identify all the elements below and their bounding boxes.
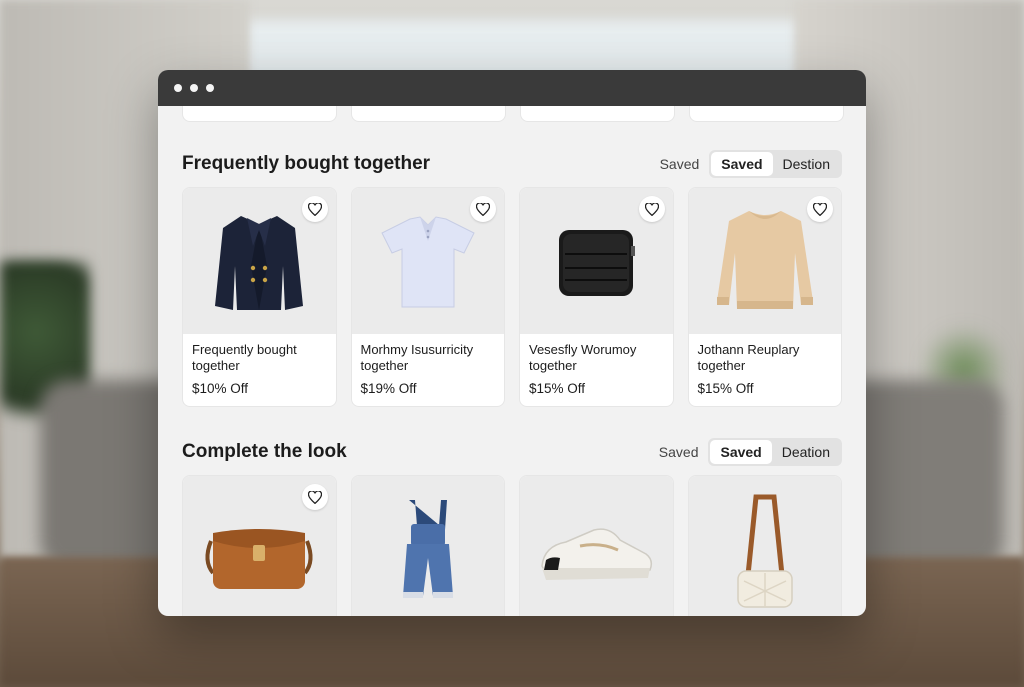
section-title: Complete the look — [182, 441, 347, 462]
browser-window: Frequently bought together Saved Saved D… — [158, 70, 866, 616]
saved-label: Saved — [658, 444, 699, 460]
product-image — [520, 188, 673, 334]
product-image — [688, 188, 841, 334]
sweatshirt-icon — [716, 211, 813, 309]
product-name[interactable]: Vesesfly Worumoy together — [529, 342, 664, 374]
product-image — [183, 476, 336, 616]
segmented-control: Saved Destion — [709, 150, 842, 178]
favorite-button[interactable] — [301, 484, 328, 510]
quilted-bag-icon — [737, 494, 793, 608]
favorite-button[interactable] — [807, 196, 833, 222]
window-maximize-dot[interactable] — [206, 84, 214, 92]
section-complete-the-look: Complete the look Saved Saved Deation — [182, 437, 842, 616]
heart-icon — [813, 202, 827, 216]
section-frequently-bought: Frequently bought together Saved Saved D… — [182, 149, 842, 407]
product-card[interactable] — [520, 106, 675, 122]
sneaker-icon — [541, 528, 653, 580]
denim-overalls-icon — [402, 500, 453, 598]
window-close-dot[interactable] — [174, 84, 182, 92]
heart-icon — [476, 202, 490, 216]
product-image — [183, 188, 336, 334]
product-grid: Frequently bought together $10% Off Morh… — [182, 187, 842, 407]
product-name[interactable]: Morhmy Isusurricity together — [361, 342, 496, 374]
product-card[interactable]: Frequently bought together $10% Off — [182, 187, 337, 407]
segment-saved[interactable]: Saved — [711, 152, 773, 176]
segment-deation[interactable]: Deation — [772, 440, 840, 464]
previous-row-cards — [182, 106, 844, 122]
product-card[interactable] — [689, 106, 844, 122]
product-card[interactable]: Jothann Reuplary together $15% Off — [687, 187, 842, 407]
polo-shirt-icon — [381, 216, 475, 308]
page-content: Frequently bought together Saved Saved D… — [158, 106, 866, 616]
product-image — [688, 476, 841, 616]
product-grid — [182, 475, 842, 616]
blazer-icon — [215, 216, 304, 310]
product-card[interactable] — [687, 475, 842, 616]
product-card[interactable] — [182, 106, 337, 122]
product-card[interactable]: Vesesfly Worumoy together $15% Off — [519, 187, 674, 407]
segment-saved[interactable]: Saved — [710, 440, 772, 464]
heart-icon — [307, 490, 322, 504]
heart-icon — [307, 202, 322, 216]
section-title: Frequently bought together — [182, 153, 431, 174]
heart-icon — [644, 202, 659, 216]
favorite-button[interactable] — [301, 196, 328, 222]
product-price: $19% Off — [360, 381, 417, 396]
favorite-button[interactable] — [638, 196, 665, 222]
favorite-button[interactable] — [470, 196, 496, 222]
crossbody-bag-icon — [559, 230, 636, 296]
product-name[interactable]: Jothann Reuplary together — [698, 342, 833, 374]
product-name[interactable]: Frequently bought together — [192, 342, 327, 374]
product-price: $15% Off — [697, 381, 754, 396]
product-card[interactable] — [519, 475, 674, 616]
product-card[interactable]: Morhmy Isusurricity together $19% Off — [350, 187, 505, 407]
product-card[interactable] — [350, 475, 505, 616]
window-minimize-dot[interactable] — [190, 84, 198, 92]
saved-label: Saved — [659, 156, 700, 172]
product-card[interactable] — [351, 106, 506, 122]
product-card[interactable] — [182, 475, 337, 616]
product-price: $15% Off — [529, 381, 586, 396]
title-bar — [158, 70, 866, 106]
leather-satchel-icon — [205, 529, 313, 589]
segmented-control: Saved Deation — [708, 438, 842, 466]
product-image — [520, 476, 673, 616]
product-price: $10% Off — [192, 381, 249, 396]
product-image — [351, 476, 504, 616]
product-image — [351, 188, 504, 334]
segment-destion[interactable]: Destion — [773, 152, 840, 176]
